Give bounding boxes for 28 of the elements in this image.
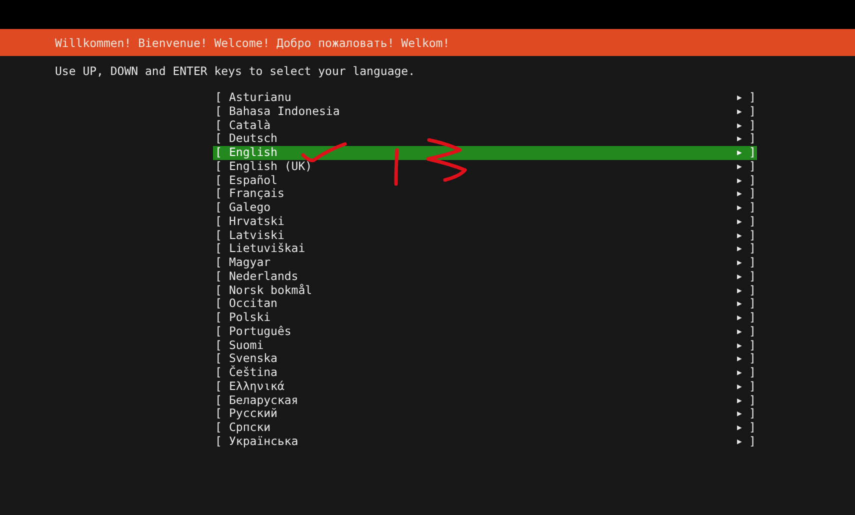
language-option[interactable]: [ Беларуская ▶ ] — [213, 394, 757, 408]
language-option[interactable]: [ Norsk bokmål ▶ ] — [213, 284, 757, 298]
language-option[interactable]: [ Polski ▶ ] — [213, 311, 757, 325]
language-option[interactable]: [ Hrvatski ▶ ] — [213, 214, 757, 228]
language-option[interactable]: [ Suomi ▶ ] — [213, 338, 757, 352]
language-option[interactable]: [ Español ▶ ] — [213, 174, 757, 188]
language-option[interactable]: [ Deutsch ▶ ] — [213, 132, 757, 146]
language-option[interactable]: [ Lietuviškai ▶ ] — [213, 242, 757, 256]
instruction-text: Use UP, DOWN and ENTER keys to select your language. — [54, 63, 416, 80]
language-option[interactable]: [ Occitan ▶ ] — [213, 297, 757, 311]
language-option[interactable]: [ Bahasa Indonesia ▶ ] — [213, 104, 757, 118]
language-option[interactable]: [ English ▶ ] — [213, 146, 757, 160]
language-option[interactable]: [ Português ▶ ] — [213, 324, 757, 338]
language-option[interactable]: [ Українська ▶ ] — [213, 434, 757, 448]
language-option[interactable]: [ Magyar ▶ ] — [213, 256, 757, 270]
language-option[interactable]: [ Ελληνικά ▶ ] — [213, 380, 757, 394]
language-option[interactable]: [ Русский ▶ ] — [213, 407, 757, 421]
language-option[interactable]: [ Català ▶ ] — [213, 118, 757, 132]
language-option[interactable]: [ Čeština ▶ ] — [213, 366, 757, 380]
welcome-title: Willkommen! Bienvenue! Welcome! Добро пожаловать! Welkom! — [55, 36, 450, 50]
language-option[interactable]: [ Српски ▶ ] — [213, 421, 757, 435]
language-option[interactable]: [ Latviski ▶ ] — [213, 228, 757, 242]
language-option[interactable]: [ English (UK) ▶ ] — [213, 160, 757, 174]
language-option[interactable]: [ Asturianu ▶ ] — [213, 91, 757, 105]
language-option[interactable]: [ Français ▶ ] — [213, 187, 757, 201]
language-option[interactable]: [ Nederlands ▶ ] — [213, 270, 757, 284]
language-option[interactable]: [ Svenska ▶ ] — [213, 352, 757, 366]
language-option[interactable]: [ Galego ▶ ] — [213, 201, 757, 215]
